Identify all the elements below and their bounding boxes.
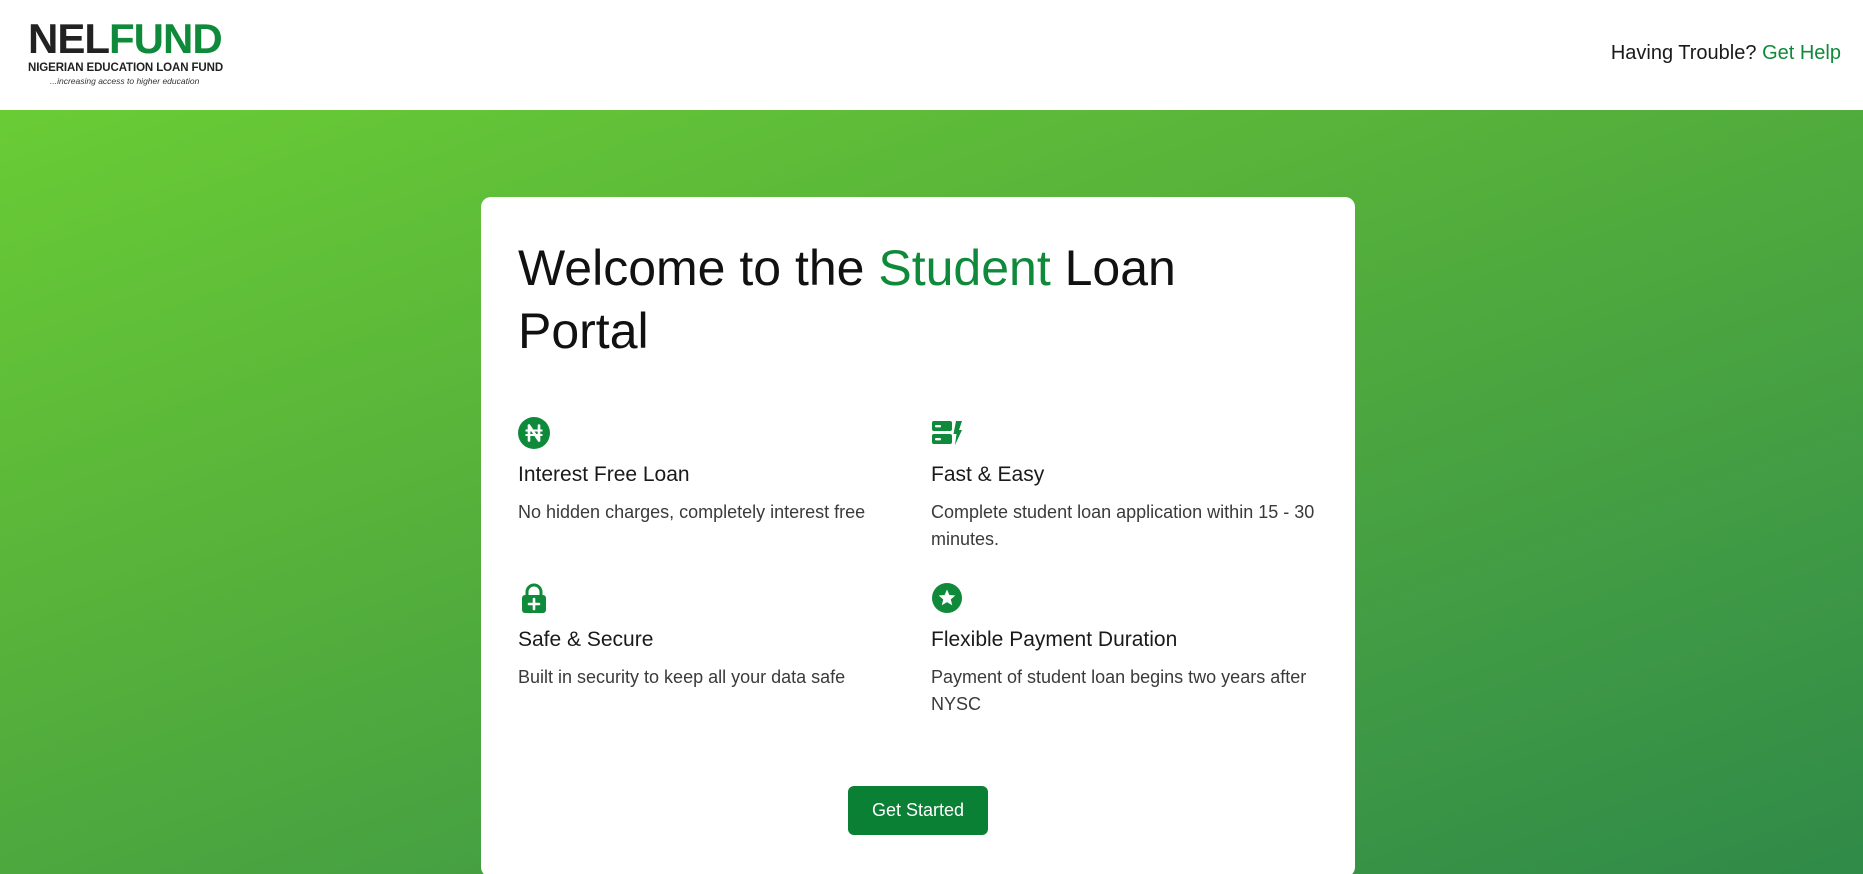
- feature-interest-free: Interest Free Loan No hidden charges, co…: [518, 417, 908, 526]
- hero-section: Welcome to the Student Loan Portal Inter…: [0, 110, 1863, 874]
- star-circle-icon: [932, 583, 962, 613]
- feature-description: Complete student loan application within…: [931, 502, 1315, 549]
- get-started-button[interactable]: Get Started: [848, 786, 988, 835]
- feature-description: No hidden charges, completely interest f…: [518, 502, 866, 522]
- feature-title: Flexible Payment Duration: [931, 628, 1178, 651]
- title-lead: Welcome to the: [518, 240, 879, 296]
- feature-safe-secure: Safe & Secure Built in security to keep …: [518, 582, 908, 691]
- feature-flexible-payment: Flexible Payment Duration Payment of stu…: [931, 582, 1321, 718]
- help-prompt: Having Trouble? Get Help: [1611, 42, 1841, 65]
- lock-plus-icon: [522, 583, 546, 613]
- logo-wordmark: NELFUND: [28, 18, 238, 60]
- feature-description: Payment of student loan begins two years…: [931, 667, 1307, 714]
- page-title: Welcome to the Student Loan Portal: [518, 237, 1278, 363]
- feature-title: Safe & Secure: [518, 628, 654, 651]
- feature-fast-easy: Fast & Easy Complete student loan applic…: [931, 417, 1321, 553]
- site-header: NELFUND NIGERIAN EDUCATION LOAN FUND ...…: [0, 0, 1863, 110]
- logo-subtitle: NIGERIAN EDUCATION LOAN FUND: [28, 62, 224, 74]
- feature-description: Built in security to keep all your data …: [518, 667, 846, 687]
- welcome-card: Welcome to the Student Loan Portal Inter…: [481, 197, 1355, 874]
- logo-wordmark-fund: FUND: [109, 15, 223, 62]
- naira-circle-icon: [518, 417, 550, 449]
- get-help-link[interactable]: Get Help: [1762, 42, 1841, 64]
- feature-title: Fast & Easy: [931, 463, 1045, 486]
- logo-tagline: ...increasing access to higher education: [50, 76, 200, 86]
- help-question: Having Trouble?: [1610, 42, 1757, 64]
- logo-wordmark-nel: NEL: [28, 15, 110, 62]
- fast-server-icon: [932, 421, 962, 445]
- nelfund-logo[interactable]: NELFUND NIGERIAN EDUCATION LOAN FUND ...…: [28, 18, 238, 88]
- feature-title: Interest Free Loan: [518, 463, 690, 486]
- title-accent: Student: [878, 240, 1051, 296]
